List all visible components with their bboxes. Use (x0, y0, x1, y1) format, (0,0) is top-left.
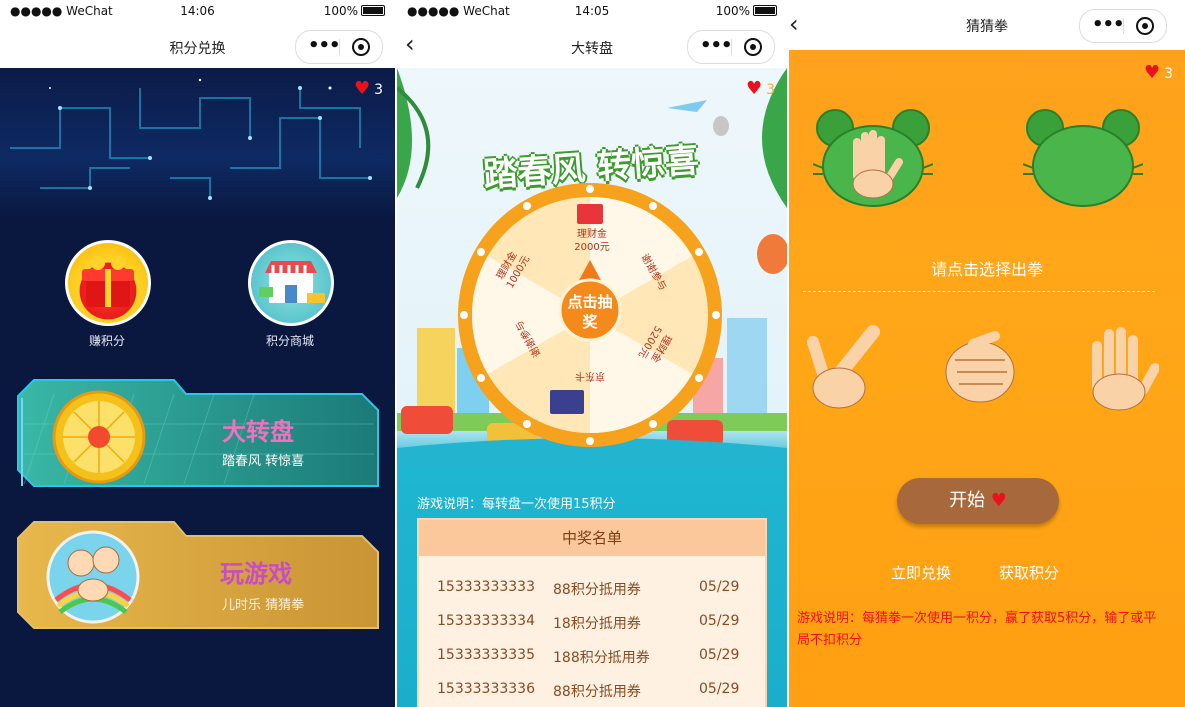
winners-list: 中奖名单 15333333333 88积分抵用券 05/29 153333333… (417, 518, 767, 707)
rps-game-card[interactable]: 玩游戏 儿时乐 猜猜拳 (14, 516, 382, 634)
storefront-icon (259, 261, 325, 303)
hearts-counter: ♥ 3 (354, 78, 383, 99)
miniprogram-capsule[interactable]: ••• (1079, 9, 1167, 43)
prize-label-top: 理财金 2000元 (574, 229, 610, 253)
points-exchange-screen: ●●●●● WeChat 14:06 100% 积分兑换 ••• ♥ 3 赚积分… (0, 0, 395, 707)
battery-icon (361, 5, 385, 16)
battery-indicator: 100% (716, 4, 777, 18)
table-row: 15333333333 88积分抵用券 05/29 (419, 570, 765, 604)
main-content: ♥ 3 赚积分 积分商城 大转盘 踏春风 转惊喜 玩游戏 儿时乐 猜猜拳 (0, 68, 395, 707)
paper-hand-button[interactable] (1073, 322, 1159, 412)
nav-bar: 积分兑换 ••• (0, 24, 395, 68)
main-content: ♥ 3 请点击选择出拳 开始 ♥ 立即兑换 获取积分 游戏说明：每猜拳一次使用一… (789, 50, 1185, 707)
tech-banner: ♥ 3 (0, 68, 395, 218)
hearts-count: 3 (1164, 66, 1173, 82)
shop-icon[interactable] (248, 240, 334, 326)
spin-button-label[interactable]: 点击抽奖 (563, 292, 617, 332)
table-row: 15333333334 18积分抵用券 05/29 (419, 604, 765, 638)
hearts-count: 3 (374, 82, 383, 98)
main-content: 踏春风 转惊喜 ♥ 3 点击抽奖 理财金 2000元 理财金 1000元 谢谢参… (397, 68, 787, 707)
battery-icon (753, 5, 777, 16)
red-envelope-icon[interactable] (65, 240, 151, 326)
earn-points-entry[interactable]: 赚积分 (47, 238, 167, 353)
heart-icon: ♥ (353, 78, 371, 99)
battery-indicator: 100% (324, 4, 385, 18)
winner-date: 05/29 (699, 681, 740, 697)
heart-icon: ♥ (990, 490, 1007, 511)
winner-prize: 18积分抵用券 (553, 616, 641, 632)
mini-wheel-icon (52, 390, 146, 484)
rock-hand-button[interactable] (937, 322, 1023, 412)
scissors-hand-button[interactable] (803, 322, 889, 412)
circuit-pattern (10, 78, 372, 200)
more-icon[interactable]: ••• (700, 35, 733, 56)
rps-hands-icon (46, 530, 140, 624)
winner-prize: 88积分抵用券 (553, 684, 641, 700)
wheel-card-title: 大转盘 (222, 418, 294, 446)
winners-title: 中奖名单 (419, 520, 765, 556)
hearts-count: 3 (766, 82, 775, 98)
game-description: 游戏说明：每转盘一次使用15积分 (417, 497, 616, 512)
status-bar: ●●●●● WeChat 14:05 100% (397, 0, 787, 24)
start-button[interactable]: 开始 ♥ (897, 478, 1059, 524)
exchange-now-link[interactable]: 立即兑换 (891, 562, 951, 583)
points-mall-label: 积分商城 (265, 334, 314, 348)
lucky-wheel-screen: ●●●●● WeChat 14:05 100% ‹ 大转盘 ••• 踏春风 转惊… (397, 0, 787, 707)
table-row: 15333333336 88积分抵用券 05/29 (419, 672, 765, 706)
choose-prompt: 请点击选择出拳 (930, 260, 1043, 279)
miniprogram-capsule[interactable]: ••• (687, 30, 775, 64)
table-row: 15333333335 188积分抵用券 05/29 (419, 638, 765, 672)
heart-icon: ♥ (745, 78, 763, 99)
winner-phone: 15333333336 (437, 681, 535, 697)
winner-date: 05/29 (699, 613, 740, 629)
battery-text: 100% (715, 4, 750, 18)
winner-date: 05/29 (699, 579, 740, 595)
prize-label-bottom: 京东卡 (575, 370, 605, 381)
wheel-card-subtitle: 踏春风 转惊喜 (222, 454, 305, 469)
nav-bar: ‹ 大转盘 ••• (397, 24, 787, 68)
game-card-title: 玩游戏 (220, 560, 292, 588)
close-miniprogram-icon[interactable] (352, 38, 370, 56)
hearts-counter: ♥ 3 (1144, 62, 1173, 83)
rock-paper-scissors-screen: ‹ 猜猜拳 ••• ♥ 3 请点击选择出拳 开始 ♥ 立即兑换 获取积分 游戏说… (789, 0, 1185, 707)
hearts-counter: ♥ 3 (746, 78, 775, 99)
winner-prize: 188积分抵用券 (553, 650, 650, 666)
miniprogram-capsule[interactable]: ••• (295, 30, 383, 64)
status-bar: ●●●●● WeChat 14:06 100% (0, 0, 395, 24)
winner-phone: 15333333335 (437, 647, 535, 663)
points-mall-entry[interactable]: 积分商城 (230, 238, 350, 353)
divider (803, 291, 1155, 292)
player-frog-avatar (813, 109, 933, 207)
capsule-divider (1123, 18, 1124, 34)
winner-date: 05/29 (699, 647, 740, 663)
nav-bar: ‹ 猜猜拳 ••• (789, 0, 1185, 50)
winner-phone: 15333333334 (437, 613, 535, 629)
capsule-divider (731, 39, 732, 55)
wheel-game-card[interactable]: 大转盘 踏春风 转惊喜 (14, 374, 382, 492)
more-icon[interactable]: ••• (1092, 14, 1125, 35)
heart-icon: ♥ (1143, 62, 1161, 83)
more-icon[interactable]: ••• (308, 35, 341, 56)
opponent-frog-avatar (1023, 109, 1143, 207)
gift-box-icon (82, 256, 134, 307)
capsule-divider (339, 39, 340, 55)
get-points-link[interactable]: 获取积分 (999, 562, 1059, 583)
battery-text: 100% (323, 4, 358, 18)
close-miniprogram-icon[interactable] (744, 38, 762, 56)
winner-prize: 88积分抵用券 (553, 582, 641, 598)
start-button-label: 开始 (949, 490, 986, 511)
winner-phone: 15333333333 (437, 579, 535, 595)
close-miniprogram-icon[interactable] (1136, 17, 1154, 35)
earn-points-label: 赚积分 (88, 334, 125, 348)
game-card-subtitle: 儿时乐 猜猜拳 (222, 598, 305, 613)
game-rules: 游戏说明：每猜拳一次使用一积分，赢了获取5积分，输了或平局不扣积分 (797, 611, 1157, 648)
